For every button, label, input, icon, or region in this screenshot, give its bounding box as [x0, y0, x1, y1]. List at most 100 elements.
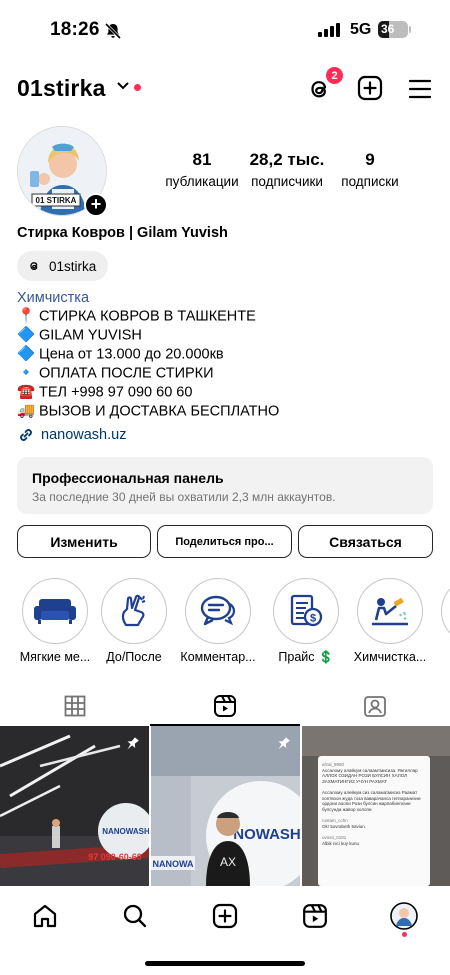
grid-icon	[64, 695, 86, 717]
post-thumbnail[interactable]: NANOWASH 97 090-60-60	[0, 726, 149, 886]
dashboard-subtitle: За последние 30 дней вы охватили 2,3 млн…	[32, 490, 336, 504]
home-indicator	[145, 961, 305, 966]
bio-text: ВЫЗОВ И ДОСТАВКА БЕСПЛАТНО	[39, 403, 280, 420]
highlight-item[interactable]: Химчистка...	[352, 578, 428, 664]
stat-label: подписчики	[251, 174, 323, 189]
stat-value: 9	[365, 150, 375, 169]
display-name: Стирка Ковров | Gilam Yuvish	[17, 225, 228, 241]
nav-profile[interactable]	[390, 902, 418, 930]
reels-icon	[303, 904, 327, 928]
post-thumbnail[interactable]: NOWASH AX NANOWA	[151, 726, 300, 886]
diamond-icon: 🔷	[17, 346, 36, 362]
bio-line: 🔹 ОПЛАТА ПОСЛЕ СТИРКИ	[17, 364, 214, 383]
fingers-crossed-icon	[121, 594, 146, 627]
share-profile-button[interactable]: Поделиться про...	[157, 525, 292, 558]
stat-followers[interactable]: 28,2 тыс. подписчики	[246, 150, 328, 189]
content-tabs	[0, 686, 450, 726]
small-diamond-icon: 🔹	[17, 365, 36, 381]
account-alert-dot	[134, 84, 141, 91]
avatar-logo-text: 01 STIRKA	[36, 196, 77, 205]
add-story-icon[interactable]: +	[84, 193, 108, 217]
comments-screenshot: afzal_9990 Ассалому алайкум салаамтмисиз…	[322, 762, 426, 846]
create-icon	[212, 903, 238, 929]
sofa-icon	[34, 599, 76, 624]
highlight-label: Комментар...	[180, 650, 256, 664]
highlight-item[interactable]: Мягкие ме...	[17, 578, 93, 664]
threads-handle: 01stirka	[49, 258, 97, 274]
post-sub-text: NANOWA	[153, 859, 194, 869]
bio-line: ☎️ ТЕЛ +998 97 090 60 60	[17, 383, 192, 402]
network-type: 5G	[350, 21, 372, 38]
highlight-item[interactable]: $ Прайс 💲	[268, 578, 344, 665]
search-icon	[123, 904, 147, 928]
status-time: 18:26	[50, 19, 100, 40]
post-phone-text: 97 090-60-60	[88, 852, 142, 862]
professional-dashboard[interactable]: Профессиональная панель За последние 30 …	[17, 457, 433, 514]
carpet-cleaning-icon	[372, 598, 408, 626]
pin-icon	[127, 737, 139, 750]
link-icon	[20, 429, 32, 441]
bottom-navigation	[0, 886, 450, 946]
chevron-down-icon[interactable]	[117, 82, 129, 90]
nav-reels[interactable]	[301, 902, 329, 930]
profile-category: Химчистка	[17, 290, 90, 306]
highlight-item-partial[interactable]	[436, 578, 450, 644]
nav-home[interactable]	[31, 902, 59, 930]
pin-icon: 📍	[17, 308, 36, 324]
profile-avatar-icon	[390, 902, 418, 930]
profile-alert-dot	[402, 932, 407, 937]
edit-profile-button[interactable]: Изменить	[17, 525, 151, 558]
account-username[interactable]: 01stirka	[17, 75, 106, 102]
nav-create[interactable]	[211, 902, 239, 930]
menu-icon[interactable]	[408, 78, 432, 100]
post-logo-text: NOWASH	[233, 826, 300, 843]
bio-text: Цена от 13.000 до 20.000кв	[39, 346, 224, 363]
bio-text: СТИРКА КОВРОВ В ТАШКЕНТЕ	[39, 308, 256, 325]
comment-text: Ok! 5ovrabeth 5aviun.	[322, 823, 367, 829]
battery-tip	[409, 26, 411, 33]
contact-button[interactable]: Связаться	[298, 525, 433, 558]
post-thumbnail[interactable]: afzal_9990 Ассалому алайкум салаамтмисиз…	[302, 726, 450, 886]
bio-text: GILAM YUVISH	[39, 327, 142, 344]
posts-grid: NANOWASH 97 090-60-60 NOWASH AX NANOWA a…	[0, 726, 450, 886]
highlight-item[interactable]: Комментар...	[180, 578, 256, 664]
comment-text: Albik nici kuy kunu	[322, 840, 360, 846]
diamond-icon: 🔷	[17, 327, 36, 343]
price-list-icon: $	[290, 594, 323, 627]
stat-label: подписки	[341, 174, 399, 189]
profile-header: 01stirka 2	[0, 66, 450, 110]
pin-icon	[278, 737, 290, 750]
profile-link[interactable]: nanowash.uz	[17, 426, 126, 444]
bio-text: ТЕЛ +998 97 090 60 60	[39, 384, 193, 401]
home-icon	[33, 904, 57, 928]
cellular-signal-icon	[318, 23, 340, 37]
link-text: nanowash.uz	[41, 427, 127, 443]
battery-percent: 36	[381, 22, 395, 36]
dashboard-title: Профессиональная панель	[32, 470, 224, 486]
comments-icon	[200, 595, 236, 626]
telephone-icon: ☎️	[17, 384, 36, 400]
threads-profile-chip[interactable]: 01stirka	[17, 251, 109, 281]
tab-tagged[interactable]	[300, 686, 450, 726]
status-bar: 18:26 5G 36	[0, 0, 450, 60]
notification-badge: 2	[325, 66, 344, 85]
stat-value: 28,2 тыс.	[249, 150, 325, 169]
tab-reels[interactable]	[150, 686, 300, 726]
nav-search[interactable]	[121, 902, 149, 930]
new-post-icon[interactable]	[357, 75, 383, 101]
reels-icon	[214, 695, 236, 717]
stat-value: 81	[192, 150, 212, 169]
svg-text:$: $	[310, 613, 316, 625]
highlight-label: Прайс 💲	[278, 650, 334, 664]
bio-line: 🔷 GILAM YUVISH	[17, 326, 142, 345]
svg-text:AX: AX	[220, 855, 236, 869]
highlight-label: Мягкие ме...	[19, 650, 91, 664]
threads-icon	[30, 262, 38, 271]
tab-posts-grid[interactable]	[0, 686, 150, 726]
stat-following[interactable]: 9 подписки	[333, 150, 407, 189]
comment-text: Ассалому алейкум сиз саламатмисиз Раамат…	[322, 790, 421, 812]
comment-text: Ассалому алайкум салаамтмисиза. Янгиллар…	[322, 767, 418, 784]
tagged-icon	[364, 696, 386, 717]
highlight-item[interactable]: До/После	[96, 578, 172, 664]
stat-posts[interactable]: 81 публикации	[160, 150, 244, 189]
